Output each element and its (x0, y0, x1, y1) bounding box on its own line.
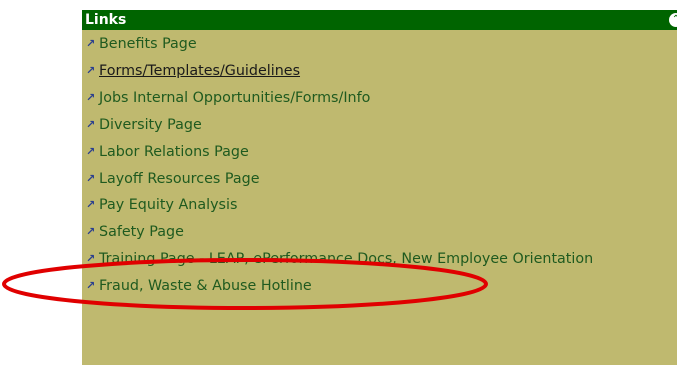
external-link-arrow-icon: ↗ (86, 91, 96, 104)
link-jobs-internal-opportunities[interactable]: Jobs Internal Opportunities/Forms/Info (99, 88, 370, 108)
link-labor-relations-page[interactable]: Labor Relations Page (99, 142, 249, 162)
link-item-benefits[interactable]: ↗ Benefits Page (86, 34, 197, 54)
link-training-page[interactable]: Training Page - LEAP, ePerformance Docs,… (99, 249, 593, 269)
external-link-arrow-icon: ↗ (86, 64, 96, 77)
link-benefits-page[interactable]: Benefits Page (99, 34, 197, 54)
external-link-arrow-icon: ↗ (86, 279, 96, 292)
external-link-arrow-icon: ↗ (86, 118, 96, 131)
link-item-pay-equity[interactable]: ↗ Pay Equity Analysis (86, 195, 237, 215)
link-safety-page[interactable]: Safety Page (99, 222, 184, 242)
external-link-arrow-icon: ↗ (86, 37, 96, 50)
links-panel-header: Links ⌃ (82, 10, 677, 30)
link-item-labor-relations[interactable]: ↗ Labor Relations Page (86, 142, 249, 162)
links-panel: Links ⌃ ↗ Benefits Page ↗ Forms/Template… (82, 10, 677, 365)
external-link-arrow-icon: ↗ (86, 198, 96, 211)
link-pay-equity-analysis[interactable]: Pay Equity Analysis (99, 195, 237, 215)
link-item-fraud-hotline[interactable]: ↗ Fraud, Waste & Abuse Hotline (86, 276, 312, 296)
link-diversity-page[interactable]: Diversity Page (99, 115, 202, 135)
external-link-arrow-icon: ↗ (86, 252, 96, 265)
link-item-forms[interactable]: ↗ Forms/Templates/Guidelines (86, 61, 300, 81)
external-link-arrow-icon: ↗ (86, 145, 96, 158)
external-link-arrow-icon: ↗ (86, 172, 96, 185)
link-item-training[interactable]: ↗ Training Page - LEAP, ePerformance Doc… (86, 249, 593, 269)
external-link-arrow-icon: ↗ (86, 225, 96, 238)
link-layoff-resources-page[interactable]: Layoff Resources Page (99, 169, 260, 189)
link-fraud-waste-abuse-hotline[interactable]: Fraud, Waste & Abuse Hotline (99, 276, 312, 296)
link-forms-templates-guidelines[interactable]: Forms/Templates/Guidelines (99, 61, 300, 81)
link-item-diversity[interactable]: ↗ Diversity Page (86, 115, 202, 135)
collapse-icon[interactable]: ⌃ (669, 13, 677, 27)
link-item-layoff-resources[interactable]: ↗ Layoff Resources Page (86, 169, 260, 189)
links-panel-title: Links (85, 12, 127, 28)
link-item-jobs[interactable]: ↗ Jobs Internal Opportunities/Forms/Info (86, 88, 370, 108)
page: Links ⌃ ↗ Benefits Page ↗ Forms/Template… (0, 0, 677, 365)
link-item-safety[interactable]: ↗ Safety Page (86, 222, 184, 242)
